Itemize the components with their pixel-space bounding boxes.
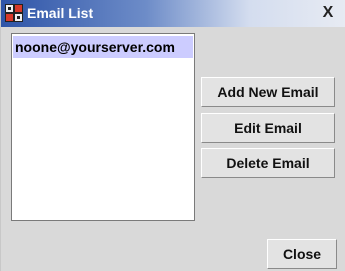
email-list-window: Email List X noone@yourserver.com Add Ne… xyxy=(0,0,345,271)
app-icon xyxy=(5,4,23,22)
close-button[interactable]: Close xyxy=(267,239,337,269)
title-bar[interactable]: Email List X xyxy=(1,0,345,27)
delete-email-button[interactable]: Delete Email xyxy=(201,148,335,178)
close-window-button[interactable]: X xyxy=(317,4,339,22)
window-title: Email List xyxy=(27,5,94,21)
add-new-email-button[interactable]: Add New Email xyxy=(201,77,335,107)
edit-email-button[interactable]: Edit Email xyxy=(201,113,335,143)
email-listbox[interactable]: noone@yourserver.com xyxy=(11,33,195,221)
list-item[interactable]: noone@yourserver.com xyxy=(13,36,193,58)
